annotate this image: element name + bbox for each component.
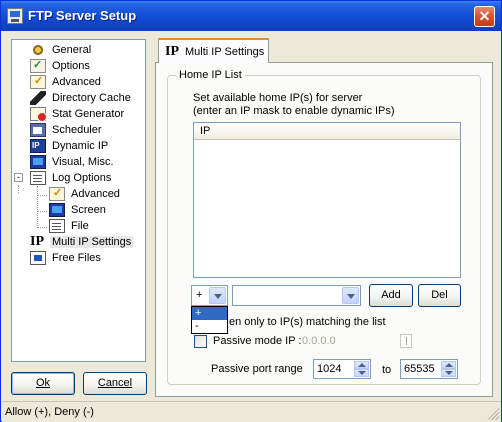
port-to-stepper[interactable]: 65535 [400, 359, 458, 379]
ip-icon: IP [165, 43, 179, 59]
rule-option-deny[interactable]: - [192, 320, 227, 333]
tree-item-label: Screen [71, 204, 106, 216]
tree-item-scheduler[interactable]: Scheduler [30, 122, 104, 138]
screen-icon [49, 203, 65, 217]
free-files-icon [30, 251, 46, 265]
description-line-1: Set available home IP(s) for server [193, 92, 363, 104]
tree-item-label: Free Files [52, 252, 101, 264]
group-title: Home IP List [176, 69, 245, 81]
passive-port-range-label: Passive port range [211, 363, 303, 375]
spin-down-icon[interactable] [441, 369, 456, 377]
port-from-spin[interactable] [354, 361, 369, 377]
directory-cache-icon [30, 91, 46, 105]
tree-item-label: Log Options [52, 172, 112, 184]
tree-item-dynamic-ip[interactable]: Dynamic IP [30, 138, 110, 154]
listen-only-label[interactable]: en only to IP(s) matching the list [229, 316, 386, 328]
spin-up-icon[interactable] [354, 361, 369, 369]
ip-icon: IP [30, 234, 44, 249]
group-description: Set available home IP(s) for server (ent… [193, 92, 463, 118]
description-line-2: (enter an IP mask to enable dynamic IPs) [193, 105, 395, 117]
to-label: to [382, 364, 392, 376]
tab-label: Multi IP Settings [185, 45, 265, 58]
tree-item-multi-ip-settings[interactable]: IP Multi IP Settings [30, 234, 134, 250]
tree-item-advanced[interactable]: Advanced [30, 74, 103, 90]
tree-item-label: Directory Cache [52, 92, 131, 104]
tree-item-log-options[interactable]: Log Options [30, 170, 113, 186]
tree-item-general[interactable]: General [30, 42, 93, 58]
tree-item-label: General [52, 44, 92, 56]
passive-mode-label[interactable]: Passive mode IP : [213, 335, 301, 347]
ip-combo[interactable] [232, 285, 361, 306]
status-text: Allow (+), Deny (-) [5, 406, 94, 418]
passive-mode-checkbox[interactable] [194, 335, 207, 348]
chevron-down-icon[interactable] [209, 287, 226, 304]
spin-up-icon[interactable] [441, 361, 456, 369]
text-cursor-icon [400, 334, 412, 348]
log-options-expander[interactable]: - [14, 173, 23, 182]
port-from-value: 1024 [317, 363, 342, 375]
dynamic-ip-icon [30, 139, 46, 153]
rule-dropdown-list[interactable]: + - [191, 306, 228, 334]
title-bar[interactable]: FTP Server Setup ✕ [1, 1, 501, 31]
advanced-check-icon [49, 186, 65, 201]
tree-item-visual-misc[interactable]: Visual, Misc. [30, 154, 116, 170]
port-to-value: 65535 [404, 363, 435, 375]
rule-select[interactable]: + [191, 285, 228, 306]
passive-mode-ip-value: 0.0.0.0 [302, 335, 336, 347]
close-button[interactable]: ✕ [474, 6, 495, 27]
port-from-stepper[interactable]: 1024 [313, 359, 371, 379]
spin-down-icon[interactable] [354, 369, 369, 377]
tree-item-label: Advanced [71, 188, 120, 200]
tree-item-free-files[interactable]: Free Files [30, 250, 103, 266]
chevron-down-icon[interactable] [342, 287, 359, 304]
monitor-icon [30, 155, 46, 169]
window-title: FTP Server Setup [28, 8, 137, 23]
setup-window: FTP Server Setup ✕ - General Options Adv… [0, 0, 502, 422]
tree-item-label: Visual, Misc. [52, 156, 114, 168]
tree-item-label: Scheduler [52, 124, 102, 136]
document-icon [30, 171, 46, 185]
cancel-button[interactable]: Cancel [83, 372, 147, 395]
tree-item-label: Options [52, 60, 90, 72]
ok-button[interactable]: Ok [11, 372, 75, 395]
tab-multi-ip-settings[interactable]: IP Multi IP Settings [158, 38, 269, 63]
rule-option-allow[interactable]: + [192, 307, 227, 320]
options-check-icon [30, 58, 46, 73]
settings-tree[interactable]: - General Options Advanced Directory Cac… [11, 39, 146, 362]
tree-item-options[interactable]: Options [30, 58, 92, 74]
tree-item-log-screen[interactable]: Screen [49, 202, 108, 218]
tree-item-label: Multi IP Settings [50, 236, 134, 248]
scheduler-icon [30, 123, 46, 137]
rule-select-value: + [196, 289, 203, 301]
add-button[interactable]: Add [369, 284, 413, 307]
status-bar: Allow (+), Deny (-) [2, 401, 501, 422]
tree-item-label: Dynamic IP [52, 140, 109, 152]
file-icon [49, 219, 65, 233]
tree-item-label: File [71, 220, 89, 232]
column-header-ip[interactable]: IP [194, 123, 460, 140]
stat-generator-icon [30, 107, 47, 122]
gear-icon [30, 43, 46, 57]
advanced-check-icon [30, 74, 46, 89]
app-icon [7, 8, 23, 24]
del-button[interactable]: Del [418, 284, 461, 307]
tree-item-log-advanced[interactable]: Advanced [49, 186, 122, 202]
port-to-spin[interactable] [441, 361, 456, 377]
tree-item-label: Stat Generator [52, 108, 125, 120]
tree-item-log-file[interactable]: File [49, 218, 91, 234]
tree-item-label: Advanced [52, 76, 101, 88]
tree-item-stat-generator[interactable]: Stat Generator [30, 106, 126, 122]
ip-list[interactable]: IP [193, 122, 461, 278]
tree-item-directory-cache[interactable]: Directory Cache [30, 90, 133, 106]
resize-grip-icon[interactable] [487, 408, 499, 420]
